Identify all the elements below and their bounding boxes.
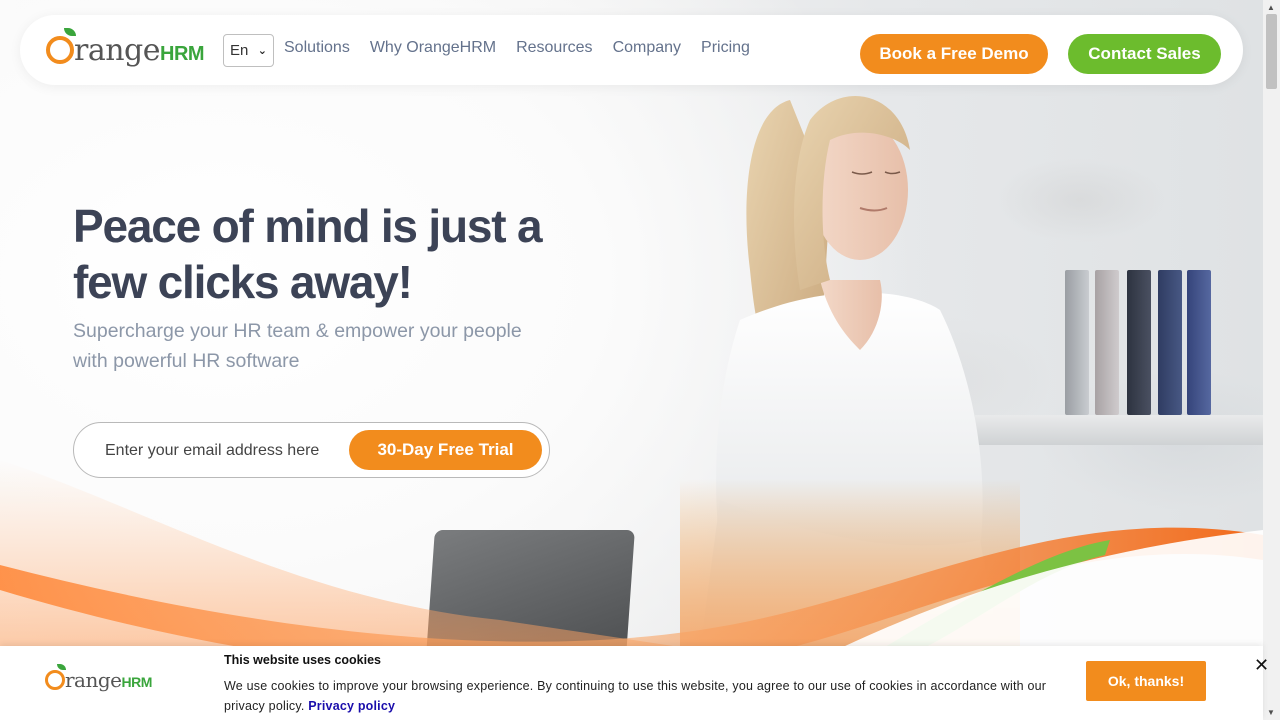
chevron-down-icon: ⌄ xyxy=(257,45,267,57)
privacy-policy-link[interactable]: Privacy policy xyxy=(308,699,395,713)
orange-logo-icon xyxy=(45,664,66,690)
cookie-message: We use cookies to improve your browsing … xyxy=(224,679,1047,713)
orange-logo-icon xyxy=(46,27,76,64)
scroll-down-icon[interactable]: ▼ xyxy=(1267,708,1275,717)
contact-sales-button[interactable]: Contact Sales xyxy=(1068,34,1221,74)
language-select[interactable]: En ⌄ xyxy=(223,34,274,67)
nav-why-orangehrm[interactable]: Why OrangeHRM xyxy=(370,39,496,57)
page-scrollbar[interactable]: ▲ ▼ xyxy=(1263,0,1280,720)
nav-solutions[interactable]: Solutions xyxy=(284,39,350,57)
orangehrm-logo[interactable]: rangeHRM xyxy=(46,27,211,73)
cookie-ok-button[interactable]: Ok, thanks! xyxy=(1086,661,1206,701)
binders-image xyxy=(1065,270,1215,415)
language-value: En xyxy=(230,42,249,59)
scroll-thumb[interactable] xyxy=(1266,14,1277,89)
free-trial-button[interactable]: 30-Day Free Trial xyxy=(349,430,542,470)
book-demo-button[interactable]: Book a Free Demo xyxy=(860,34,1048,74)
top-navbar: rangeHRM En ⌄ Solutions Why OrangeHRM Re… xyxy=(20,15,1243,85)
hero-title: Peace of mind is just a few clicks away! xyxy=(73,200,543,308)
cookie-orangehrm-logo: rangeHRM xyxy=(45,664,152,692)
main-nav: Solutions Why OrangeHRM Resources Compan… xyxy=(284,39,750,57)
email-input[interactable] xyxy=(105,440,335,462)
scroll-up-icon[interactable]: ▲ xyxy=(1267,3,1275,12)
cookie-title: This website uses cookies xyxy=(224,653,382,667)
nav-pricing[interactable]: Pricing xyxy=(701,39,750,57)
close-icon[interactable]: ✕ xyxy=(1254,655,1269,676)
nav-resources[interactable]: Resources xyxy=(516,39,592,57)
trial-signup-form: 30-Day Free Trial xyxy=(73,422,550,478)
hero-subtitle: Supercharge your HR team & empower your … xyxy=(73,320,522,372)
nav-company[interactable]: Company xyxy=(613,39,681,57)
cookie-consent-bar: rangeHRM This website uses cookies We us… xyxy=(0,646,1269,720)
